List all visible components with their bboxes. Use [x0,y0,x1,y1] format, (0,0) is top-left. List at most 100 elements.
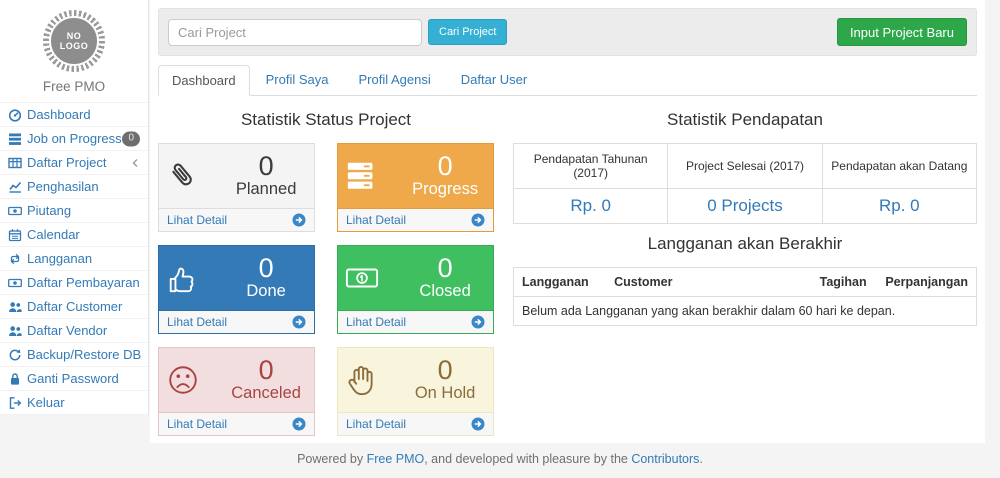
card-closed: 0 Closed Lihat Detail [337,245,494,334]
status-cards: 0 Planned Lihat Detail [158,143,494,449]
dashboard-content: Statistik Status Project 0 Planned [150,96,985,449]
canceled-count: 0 [225,356,307,384]
sidebar-item-ganti-password[interactable]: Ganti Password [0,367,148,391]
sidebar-item-dashboard[interactable]: Dashboard [0,103,148,127]
income-col-header: Pendapatan akan Datang [822,144,976,189]
card-canceled: 0 Canceled Lihat Detail [158,347,315,436]
paperclip-icon [166,158,225,194]
lock-icon [8,372,22,386]
closed-lihat-detail-link[interactable]: Lihat Detail [338,310,493,333]
sidebar-item-daftar-customer[interactable]: Daftar Customer [0,295,148,319]
subscription-table: Langganan Customer Tagihan Perpanjangan … [513,267,977,326]
done-count: 0 [225,254,307,282]
lihat-detail-label: Lihat Detail [346,213,406,227]
sidebar-menu: Dashboard Job on Progress 0 Daftar Proje… [0,102,148,415]
lihat-detail-label: Lihat Detail [167,417,227,431]
sidebar-item-label: Daftar Customer [27,299,122,314]
money-bill-icon [345,260,404,296]
card-on-hold: 0 On Hold Lihat Detail [337,347,494,436]
canceled-label: Canceled [225,384,307,404]
arrow-circle-right-icon [292,315,306,329]
page: NO LOGO Free PMO Dashboard Job on Progre… [0,0,1000,478]
planned-label: Planned [225,180,307,200]
input-project-baru-button[interactable]: Input Project Baru [837,18,967,46]
tab-daftar-user[interactable]: Daftar User [447,64,541,95]
sidebar-item-daftar-project[interactable]: Daftar Project [0,151,148,175]
income-section-title: Statistik Pendapatan [513,110,977,130]
sidebar-item-label: Daftar Project [27,155,106,170]
arrow-circle-right-icon [471,417,485,431]
project-search-bar: Cari Project Input Project Baru [158,8,977,56]
sidebar-item-keluar[interactable]: Keluar [0,391,148,415]
footer-link-free-pmo[interactable]: Free PMO [367,452,425,466]
sidebar-item-job-on-progress[interactable]: Job on Progress 0 [0,127,148,151]
card-planned-body: 0 Planned [159,144,314,208]
money-icon [8,204,22,218]
lihat-detail-label: Lihat Detail [346,315,406,329]
card-done: 0 Done Lihat Detail [158,245,315,334]
sidebar: NO LOGO Free PMO Dashboard Job on Progre… [0,0,149,415]
card-closed-body: 0 Closed [338,246,493,310]
line-chart-icon [8,180,22,194]
logo-area: NO LOGO Free PMO [0,0,148,102]
sidebar-item-label: Penghasilan [27,179,99,194]
planned-lihat-detail-link[interactable]: Lihat Detail [159,208,314,231]
sidebar-item-label: Backup/Restore DB [27,347,141,362]
footer-link-contributors[interactable]: Contributors [631,452,699,466]
sidebar-item-daftar-pembayaran[interactable]: Daftar Pembayaran [0,271,148,295]
sidebar-item-label: Piutang [27,203,71,218]
on-hold-lihat-detail-link[interactable]: Lihat Detail [338,412,493,435]
arrow-circle-right-icon [292,417,306,431]
sidebar-item-langganan[interactable]: Langganan [0,247,148,271]
sidebar-item-piutang[interactable]: Piutang [0,199,148,223]
sidebar-item-backup-restore-db[interactable]: Backup/Restore DB [0,343,148,367]
sidebar-item-label: Daftar Vendor [27,323,107,338]
search-input[interactable] [168,19,422,46]
on-hold-count: 0 [404,356,486,384]
tab-profil-agensi[interactable]: Profil Agensi [344,64,444,95]
income-table: Pendapatan Tahunan (2017) Project Selesa… [513,143,977,224]
card-on-hold-body: 0 On Hold [338,348,493,412]
card-progress-body: 0 Progress [338,144,493,208]
thumbs-up-icon [166,260,225,296]
no-logo-seal-text: NO LOGO [49,16,99,66]
done-lihat-detail-link[interactable]: Lihat Detail [159,310,314,333]
card-done-body: 0 Done [159,246,314,310]
progress-count: 0 [404,152,486,180]
job-count-badge: 0 [122,131,140,146]
progress-label: Progress [404,180,486,200]
canceled-lihat-detail-link[interactable]: Lihat Detail [159,412,314,435]
subscription-empty-message: Belum ada Langganan yang akan berakhir d… [514,297,977,326]
retweet-icon [8,252,22,266]
sidebar-item-label: Dashboard [27,107,91,122]
table-icon [8,156,22,170]
search-button[interactable]: Cari Project [428,19,507,45]
subs-col-perpanjangan: Perpanjangan [875,268,977,297]
refresh-icon [8,348,22,362]
tasks-icon [8,132,22,146]
dashboard-icon [8,108,22,122]
sidebar-item-penghasilan[interactable]: Penghasilan [0,175,148,199]
lihat-detail-label: Lihat Detail [346,417,406,431]
subs-col-customer: Customer [606,268,800,297]
frown-icon [166,362,225,398]
income-col-header: Project Selesai (2017) [668,144,822,189]
no-logo-seal: NO LOGO [43,10,105,72]
progress-lihat-detail-link[interactable]: Lihat Detail [338,208,493,231]
status-section-title: Statistik Status Project [158,110,494,130]
sidebar-item-calendar[interactable]: Calendar [0,223,148,247]
users-icon [8,324,22,338]
tab-profil-saya[interactable]: Profil Saya [252,64,343,95]
card-canceled-body: 0 Canceled [159,348,314,412]
income-col-value: Rp. 0 [514,189,668,224]
done-label: Done [225,282,307,302]
closed-count: 0 [404,254,486,282]
income-col-value: Rp. 0 [822,189,976,224]
income-section: Statistik Pendapatan Pendapatan Tahunan … [513,100,977,449]
chevron-left-icon [132,158,138,167]
sidebar-item-daftar-vendor[interactable]: Daftar Vendor [0,319,148,343]
arrow-circle-right-icon [471,315,485,329]
tab-dashboard[interactable]: Dashboard [158,65,250,96]
on-hold-label: On Hold [404,384,486,404]
main-panel: Cari Project Input Project Baru Dashboar… [150,0,985,443]
